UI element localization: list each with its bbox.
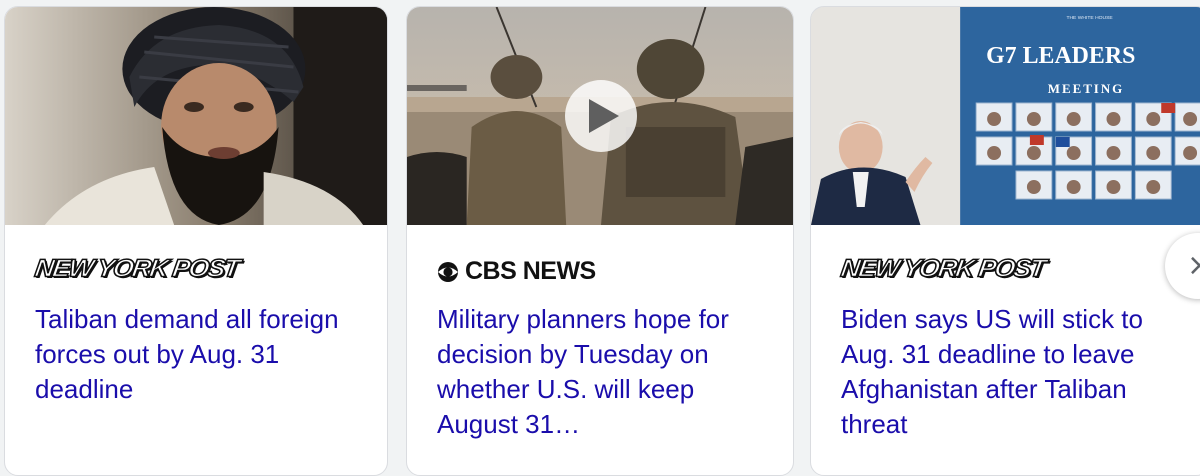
news-card[interactable]: THE WHITE HOUSE G7 LEADERS MEETING NEW Y… (810, 6, 1200, 476)
news-thumbnail[interactable] (5, 7, 387, 225)
chevron-right-icon: × (1187, 248, 1200, 283)
headline-link[interactable]: Biden says US will stick to Aug. 31 dead… (841, 302, 1171, 442)
screen-subtitle-text: MEETING (1048, 81, 1124, 96)
news-card[interactable]: NEW YORK POST Taliban demand all foreign… (4, 6, 388, 476)
news-carousel: NEW YORK POST Taliban demand all foreign… (0, 0, 1200, 476)
news-thumbnail[interactable]: THE WHITE HOUSE G7 LEADERS MEETING (811, 7, 1200, 225)
headline-link[interactable]: Taliban demand all foreign forces out by… (35, 302, 365, 407)
source-logo: NEW YORK POST (32, 253, 241, 287)
cbs-news-logo: CBS NEWS (465, 257, 596, 285)
cbs-eye-icon (438, 261, 458, 282)
g7-meeting-image: THE WHITE HOUSE G7 LEADERS MEETING (811, 7, 1200, 225)
play-icon (589, 99, 619, 133)
source-logo: NEW YORK POST (838, 253, 1047, 287)
news-card[interactable]: CBS NEWS Military planners hope for deci… (406, 6, 794, 476)
headline-link[interactable]: Military planners hope for decision by T… (437, 302, 767, 442)
source-logo: CBS NEWS (437, 253, 596, 287)
screen-title-text: G7 LEADERS (986, 43, 1135, 69)
portrait-image (5, 7, 387, 225)
play-button[interactable] (565, 80, 637, 152)
screen-small-text: THE WHITE HOUSE (1066, 15, 1113, 21)
new-york-post-logo: NEW YORK POST (838, 253, 1047, 282)
new-york-post-logo: NEW YORK POST (32, 253, 241, 282)
